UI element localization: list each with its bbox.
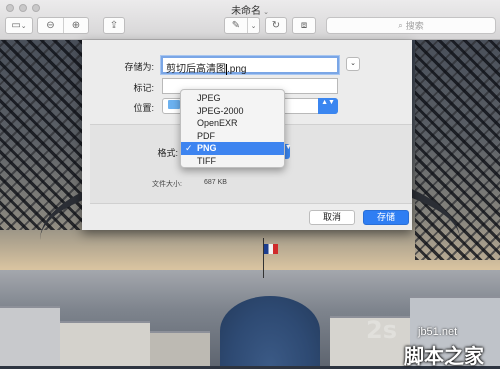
format-dropdown-menu: JPEG JPEG-2000 OpenEXR PDF ✓ PNG TIFF <box>180 89 285 168</box>
menu-item-label: JPEG <box>197 93 221 103</box>
sidebar-icon: ▭ <box>11 20 21 31</box>
search-field[interactable]: ⌕ 搜索 <box>326 17 496 34</box>
save-button[interactable]: 存储 <box>363 210 409 225</box>
pen-icon: ✎ <box>231 20 241 31</box>
window-title[interactable]: 未命名 ⌄ <box>0 2 500 17</box>
cancel-button[interactable]: 取消 <box>309 210 355 225</box>
menu-item-png[interactable]: ✓ PNG <box>181 142 284 155</box>
search-placeholder: 搜索 <box>405 21 424 31</box>
zoom-control: ⊖ ⊕ <box>37 17 89 34</box>
title-chevron-icon: ⌄ <box>263 9 269 16</box>
format-label: 格式: <box>157 148 178 158</box>
menu-item-pdf[interactable]: PDF <box>181 130 284 143</box>
menu-item-tiff[interactable]: TIFF <box>181 155 284 168</box>
menu-item-label: PDF <box>197 130 215 141</box>
menu-item-openexr[interactable]: OpenEXR <box>181 117 284 130</box>
share-icon: ⇪ <box>109 20 119 31</box>
markup-menu-button[interactable]: ⌄ <box>247 18 259 33</box>
watermark-url: jb51.net <box>418 326 458 338</box>
zoom-in-icon: ⊕ <box>71 20 81 31</box>
window-titlebar: 未命名 ⌄ ▭ ⌄ ⊖ ⊕ ⇪ ✎ ⌄ ↻ ⧈ ⌕ 搜索 <box>0 0 500 40</box>
rotate-icon: ↻ <box>271 20 281 31</box>
toolbox-button[interactable]: ⧈ <box>292 17 316 34</box>
menu-item-label: PNG <box>197 143 217 153</box>
menu-item-jpeg[interactable]: JPEG <box>181 92 284 105</box>
watermark-site-name: 脚本之家 <box>404 344 484 368</box>
folder-icon <box>168 100 180 109</box>
location-stepper-icon[interactable]: ▲▼ <box>318 98 338 114</box>
rotate-button[interactable]: ↻ <box>265 17 287 34</box>
file-size-label: 文件大小: <box>152 181 182 188</box>
window-title-text: 未命名 <box>231 6 262 17</box>
chevron-down-icon: ⌄ <box>20 22 27 30</box>
search-icon: ⌕ <box>398 20 403 30</box>
watermark-logo: 2s <box>366 316 397 344</box>
share-button[interactable]: ⇪ <box>103 17 125 34</box>
filename-input[interactable]: 剪切后高清图.png <box>161 56 339 75</box>
dome-building <box>220 296 320 366</box>
filename-text-before-caret: 剪切后高清图 <box>166 64 226 75</box>
markup-button[interactable]: ✎ <box>225 18 247 33</box>
checkmark-icon: ✓ <box>185 143 193 153</box>
location-label: 位置: <box>133 103 154 113</box>
expand-dialog-button[interactable]: ⌄ <box>346 57 360 71</box>
menu-item-jpeg-2000[interactable]: JPEG-2000 <box>181 105 284 118</box>
save-as-label: 存储为: <box>124 62 154 72</box>
toolbox-icon: ⧈ <box>300 20 308 31</box>
french-flag-icon <box>264 244 278 254</box>
zoom-out-icon: ⊖ <box>46 20 55 31</box>
zoom-in-button[interactable]: ⊕ <box>62 18 88 33</box>
menu-item-label: OpenEXR <box>197 118 238 128</box>
menu-item-label: JPEG-2000 <box>197 105 244 116</box>
chevron-down-icon: ⌄ <box>350 60 356 67</box>
tags-label: 标记: <box>133 83 154 93</box>
sidebar-toggle-button[interactable]: ▭ ⌄ <box>5 17 33 34</box>
filename-text-after-caret: .png <box>227 64 247 75</box>
zoom-out-button[interactable]: ⊖ <box>38 18 63 33</box>
file-size-value: 687 KB <box>204 179 227 186</box>
markup-control: ✎ ⌄ <box>224 17 260 34</box>
chevron-down-icon: ⌄ <box>250 22 257 30</box>
menu-item-label: TIFF <box>197 155 216 166</box>
